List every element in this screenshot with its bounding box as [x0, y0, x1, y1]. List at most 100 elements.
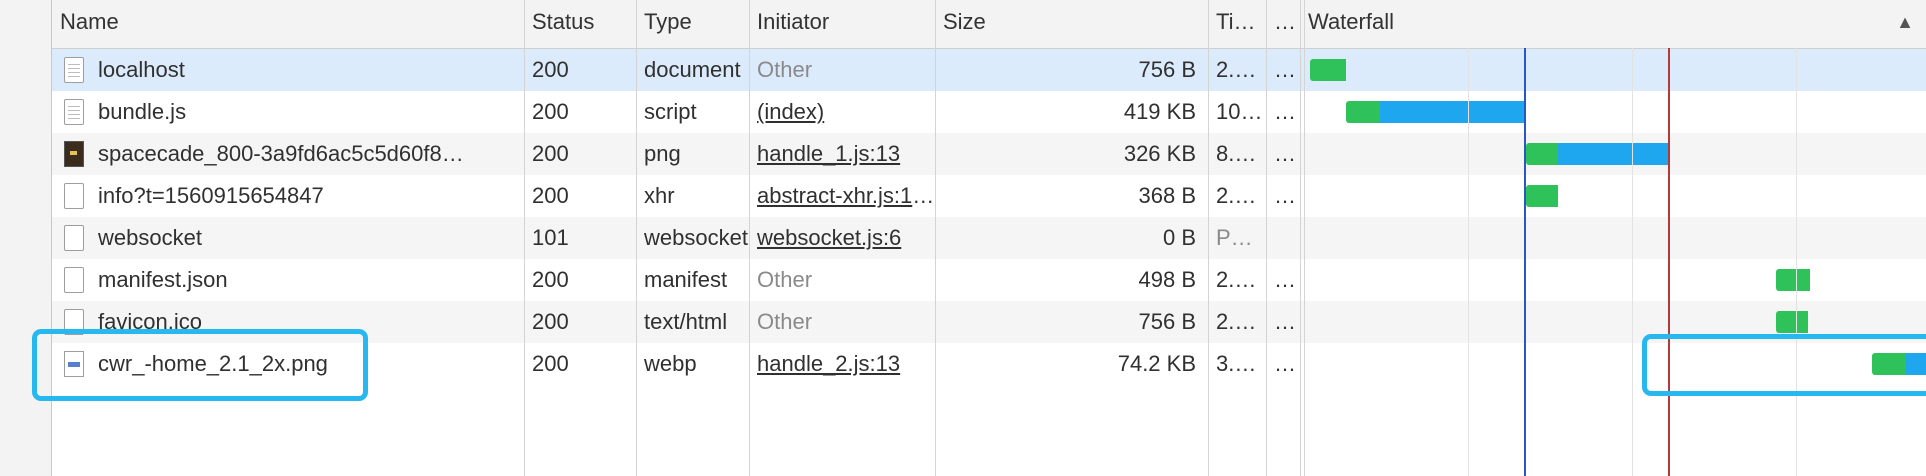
status-cell: 200	[532, 141, 569, 166]
script-file-icon	[64, 99, 84, 125]
initiator-link[interactable]: websocket.js:6	[757, 225, 901, 250]
type-cell: text/html	[644, 309, 728, 334]
column-header-waterfall[interactable]: Waterfall	[1300, 0, 1926, 48]
more-cell: …	[1274, 99, 1296, 124]
status-cell: 200	[532, 57, 569, 82]
initiator-link[interactable]: abstract-xhr.js:132	[757, 183, 935, 208]
status-cell: 200	[532, 309, 569, 334]
waterfall-gridline	[1632, 48, 1633, 476]
waterfall-waiting-bar[interactable]	[1776, 311, 1808, 333]
column-header-size[interactable]: Size	[935, 0, 1208, 48]
left-gutter	[0, 0, 52, 476]
size-cell: 368 B	[1138, 183, 1197, 208]
highlight-box-name	[32, 329, 368, 401]
table-row[interactable]: info?t=1560915654847 200 xhr abstract-xh…	[52, 175, 1926, 217]
table-header: Name Status Type Initiator Size Ti… … Wa…	[52, 0, 1926, 49]
name-cell: spacecade_800-3a9fd6ac5c5d60f8…	[52, 133, 524, 175]
time-cell: P…	[1216, 225, 1253, 250]
table-row[interactable]: manifest.json 200 manifest Other 498 B 2…	[52, 259, 1926, 301]
table-row[interactable]: bundle.js 200 script (index) 419 KB 10… …	[52, 91, 1926, 133]
time-cell: 2.…	[1216, 309, 1257, 334]
size-cell: 756 B	[1138, 309, 1197, 334]
highlight-box-waterfall	[1642, 334, 1926, 396]
more-cell: …	[1274, 309, 1296, 334]
waterfall-download-bar[interactable]	[1558, 143, 1668, 165]
initiator-cell: Other	[757, 57, 813, 82]
initiator-link[interactable]: handle_2.js:13	[757, 351, 900, 376]
table-row[interactable]: websocket 101 websocket websocket.js:6 0…	[52, 217, 1926, 259]
name-cell: info?t=1560915654847	[52, 175, 524, 217]
status-cell: 200	[532, 267, 569, 292]
time-cell: 10…	[1216, 99, 1263, 124]
column-header-type[interactable]: Type	[636, 0, 749, 48]
blank-file-icon	[64, 183, 84, 209]
size-cell: 498 B	[1138, 267, 1197, 292]
time-cell: 2.…	[1216, 183, 1257, 208]
initiator-cell[interactable]: websocket.js:6	[749, 217, 935, 259]
request-name[interactable]: bundle.js	[98, 91, 186, 133]
request-name[interactable]: spacecade_800-3a9fd6ac5c5d60f8…	[98, 133, 464, 175]
initiator-link[interactable]: (index)	[757, 99, 824, 124]
waterfall-waiting-bar[interactable]	[1776, 269, 1810, 291]
waterfall-download-bar[interactable]	[1380, 101, 1524, 123]
column-header-time[interactable]: Ti…	[1208, 0, 1266, 48]
waterfall-gridline	[1468, 48, 1469, 476]
more-cell: …	[1274, 351, 1296, 376]
blank-file-icon	[64, 267, 84, 293]
status-cell: 200	[532, 99, 569, 124]
initiator-cell[interactable]: handle_2.js:13	[749, 343, 935, 385]
request-name[interactable]: websocket	[98, 217, 202, 259]
column-divider[interactable]	[1266, 0, 1267, 476]
sort-ascending-icon[interactable]: ▲	[1896, 0, 1914, 48]
time-cell: 2.…	[1216, 57, 1257, 82]
waterfall-waiting-bar[interactable]	[1526, 143, 1558, 165]
initiator-cell[interactable]: abstract-xhr.js:132	[749, 175, 935, 217]
column-divider[interactable]	[749, 0, 750, 476]
request-name[interactable]: localhost	[98, 49, 185, 91]
status-cell: 200	[532, 183, 569, 208]
column-header-more[interactable]: …	[1266, 0, 1300, 48]
more-cell	[1266, 217, 1300, 259]
name-cell: bundle.js	[52, 91, 524, 133]
more-cell: …	[1274, 141, 1296, 166]
waterfall-waiting-bar[interactable]	[1346, 101, 1380, 123]
size-cell: 0 B	[1162, 225, 1196, 250]
initiator-link[interactable]: handle_1.js:13	[757, 141, 900, 166]
type-cell: xhr	[644, 183, 675, 208]
column-header-initiator[interactable]: Initiator	[749, 0, 935, 48]
request-name[interactable]: manifest.json	[98, 259, 228, 301]
more-cell: …	[1274, 57, 1296, 82]
column-divider[interactable]	[636, 0, 637, 476]
document-icon	[64, 57, 84, 83]
request-name[interactable]: info?t=1560915654847	[98, 175, 324, 217]
dom-content-loaded-line	[1524, 48, 1526, 476]
waterfall-gridline	[1796, 48, 1797, 476]
waterfall-waiting-bar[interactable]	[1526, 185, 1558, 207]
column-header-name[interactable]: Name	[52, 0, 524, 48]
column-divider[interactable]	[1208, 0, 1209, 476]
more-cell: …	[1274, 183, 1296, 208]
type-cell: script	[644, 99, 697, 124]
column-divider	[1304, 0, 1305, 476]
type-cell: webp	[644, 351, 697, 376]
type-cell: manifest	[644, 267, 728, 292]
type-cell: document	[644, 57, 741, 82]
initiator-cell[interactable]: (index)	[749, 91, 935, 133]
name-cell: manifest.json	[52, 259, 524, 301]
waterfall-waiting-bar[interactable]	[1310, 59, 1346, 81]
column-divider[interactable]	[935, 0, 936, 476]
type-cell: websocket	[644, 225, 748, 250]
load-event-line	[1668, 48, 1670, 476]
column-header-status[interactable]: Status	[524, 0, 636, 48]
column-divider[interactable]	[1300, 0, 1301, 476]
network-request-table: Name Status Type Initiator Size Ti… … Wa…	[32, 0, 1926, 476]
table-row[interactable]: spacecade_800-3a9fd6ac5c5d60f8… 200 png …	[52, 133, 1926, 175]
size-cell: 326 KB	[1123, 141, 1196, 166]
initiator-cell[interactable]: handle_1.js:13	[749, 133, 935, 175]
status-cell: 101	[532, 225, 569, 250]
name-cell: localhost	[52, 49, 524, 91]
status-cell: 200	[532, 351, 569, 376]
column-divider[interactable]	[524, 0, 525, 476]
table-row[interactable]: localhost 200 document Other 756 B 2.… …	[52, 49, 1926, 91]
type-cell: png	[644, 141, 681, 166]
